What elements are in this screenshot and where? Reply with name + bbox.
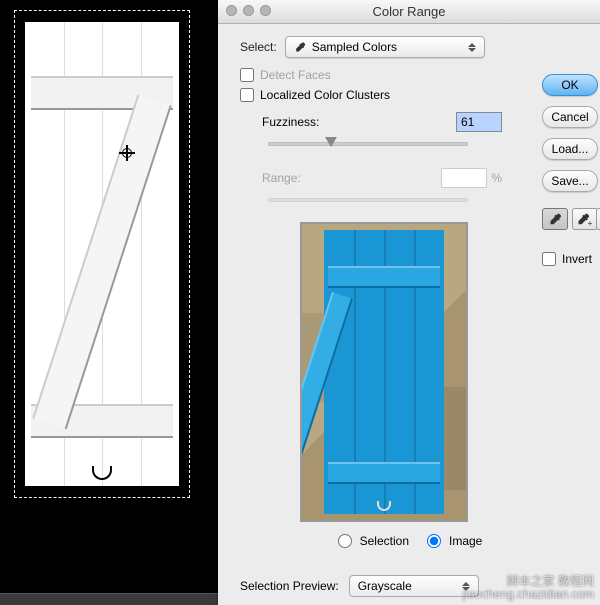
fuzziness-input[interactable] xyxy=(456,112,502,132)
bw-preview-image xyxy=(25,22,179,486)
load-button[interactable]: Load... xyxy=(542,138,598,160)
dropdown-arrows-icon xyxy=(458,576,474,596)
eyedropper-icon xyxy=(294,41,306,53)
slider-thumb-icon[interactable] xyxy=(325,137,337,147)
selection-radio-label: Selection xyxy=(360,534,409,548)
selection-radio-option[interactable]: Selection xyxy=(338,534,409,548)
detect-faces-label: Detect Faces xyxy=(260,68,331,82)
range-unit: % xyxy=(491,171,502,185)
localized-clusters-checkbox[interactable] xyxy=(240,88,254,102)
eyedropper-tool[interactable] xyxy=(542,208,568,230)
eyedropper-plus-tool[interactable]: + xyxy=(572,208,598,230)
minimize-icon[interactable] xyxy=(243,5,254,16)
range-label: Range: xyxy=(262,171,301,185)
fuzziness-label: Fuzziness: xyxy=(262,115,319,129)
selection-radio[interactable] xyxy=(338,534,352,548)
detect-faces-checkbox[interactable] xyxy=(240,68,254,82)
selection-preview-value: Grayscale xyxy=(358,579,412,593)
dialog-body: Select: Sampled Colors Detect Faces Loca… xyxy=(218,24,600,605)
color-range-dialog: Color Range Select: Sampled Colors Detec… xyxy=(218,0,600,605)
eyedropper-icon xyxy=(548,212,562,226)
image-radio-option[interactable]: Image xyxy=(427,534,482,548)
dialog-title: Color Range xyxy=(373,4,446,19)
invert-checkbox[interactable] xyxy=(542,252,556,266)
range-input xyxy=(441,168,487,188)
dialog-titlebar[interactable]: Color Range xyxy=(218,0,600,24)
localized-clusters-label: Localized Color Clusters xyxy=(260,88,390,102)
image-radio-label: Image xyxy=(449,534,482,548)
zoom-icon[interactable] xyxy=(260,5,271,16)
ok-button[interactable]: OK xyxy=(542,74,598,96)
selection-preview-dropdown[interactable]: Grayscale xyxy=(349,575,479,597)
fuzziness-slider[interactable] xyxy=(268,142,468,146)
select-value: Sampled Colors xyxy=(312,40,397,54)
canvas-workspace[interactable] xyxy=(0,0,218,605)
selection-marquee xyxy=(14,10,190,498)
preview-image[interactable] xyxy=(300,222,468,522)
save-button[interactable]: Save... xyxy=(542,170,598,192)
select-dropdown[interactable]: Sampled Colors xyxy=(285,36,485,58)
selection-preview-label: Selection Preview: xyxy=(240,579,339,593)
image-radio[interactable] xyxy=(427,534,441,548)
eyedropper-minus-tool[interactable] xyxy=(596,208,600,230)
invert-label: Invert xyxy=(562,252,592,266)
status-strip xyxy=(0,593,218,605)
window-controls[interactable] xyxy=(226,5,271,16)
close-icon[interactable] xyxy=(226,5,237,16)
select-label: Select: xyxy=(240,40,277,54)
cancel-button[interactable]: Cancel xyxy=(542,106,598,128)
range-slider xyxy=(268,198,468,202)
dropdown-arrows-icon xyxy=(464,37,480,57)
